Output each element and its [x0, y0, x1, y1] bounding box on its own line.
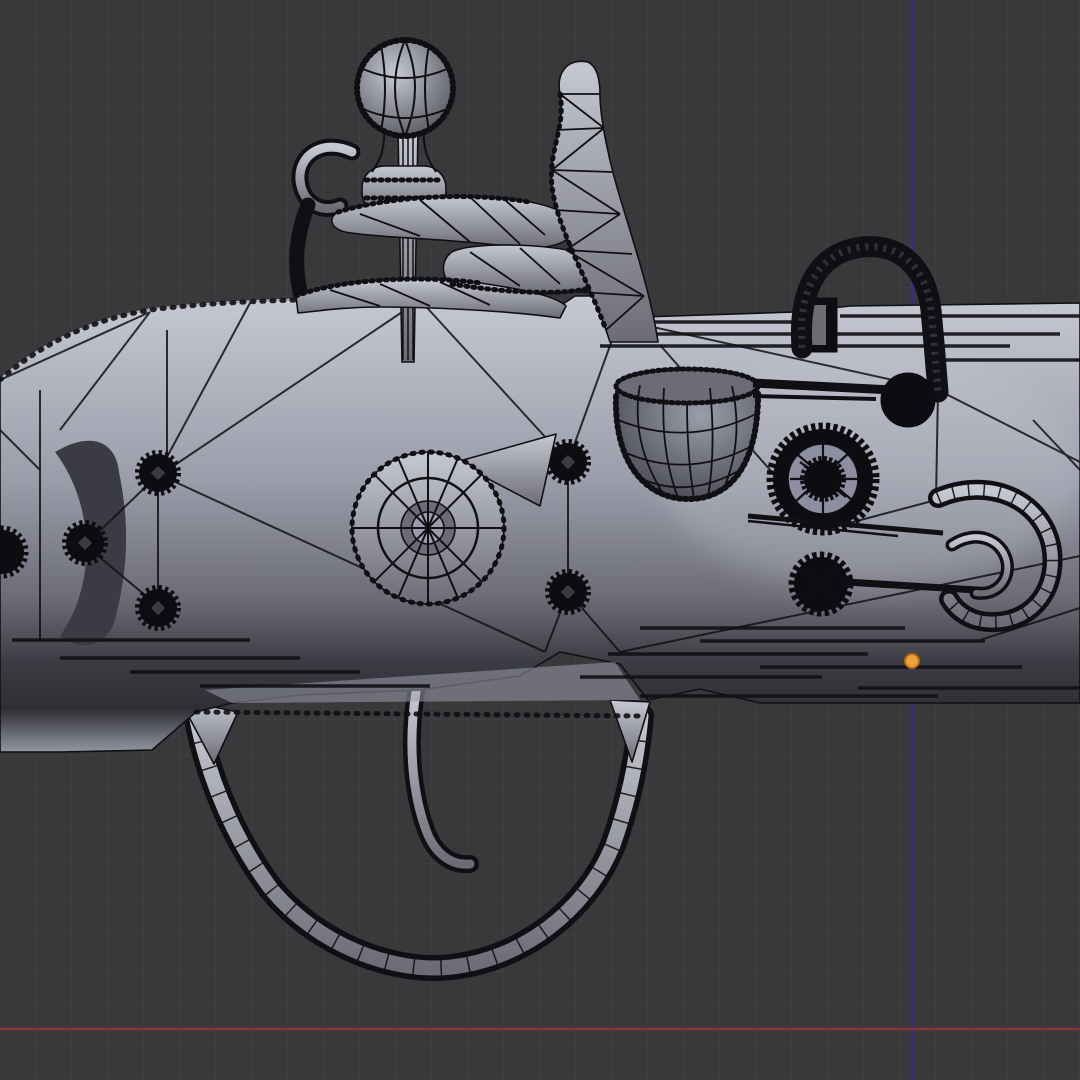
jaw-screw-ball [880, 372, 936, 428]
viewport-canvas[interactable] [0, 0, 1080, 1080]
screw-rosette [135, 585, 181, 631]
screw-rosette [135, 450, 181, 496]
viewport-svg[interactable] [0, 0, 1080, 1080]
screw-rosette [62, 520, 108, 566]
tumbler-ring[interactable] [766, 422, 880, 536]
stock-body[interactable] [0, 295, 1080, 753]
screw-rosette [545, 439, 591, 485]
screw-rosette [545, 569, 591, 615]
object-origin-marker[interactable] [904, 653, 920, 669]
